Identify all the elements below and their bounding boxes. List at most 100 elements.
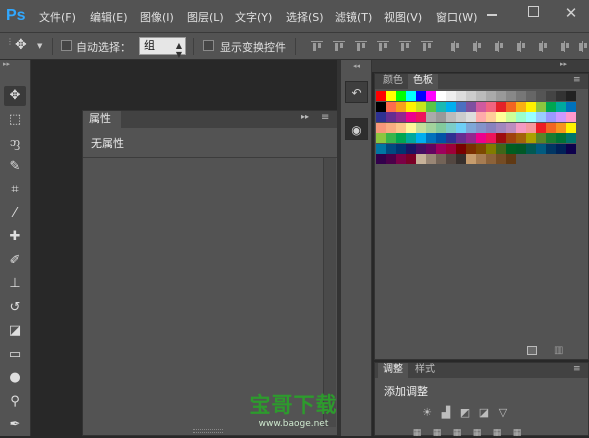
swatch[interactable]	[506, 154, 516, 164]
swatch[interactable]	[396, 122, 406, 133]
align-right-icon[interactable]	[421, 41, 433, 52]
swatch[interactable]	[536, 112, 546, 122]
vibrance-icon[interactable]: ▽	[496, 406, 510, 419]
panel-menu-icon[interactable]: ≡	[321, 112, 329, 123]
swatch[interactable]	[376, 143, 386, 154]
swatch[interactable]	[386, 143, 396, 154]
quick-select-tool-icon[interactable]: ✎	[4, 157, 26, 177]
swatch[interactable]	[526, 122, 536, 133]
chevron-down-icon[interactable]: ▼	[37, 42, 42, 50]
swatch[interactable]	[546, 133, 556, 143]
curves-icon[interactable]: ◩	[458, 406, 472, 419]
exposure-icon[interactable]: ◪	[477, 406, 491, 419]
swatch[interactable]	[496, 101, 506, 112]
swatch[interactable]	[466, 91, 476, 101]
swatch[interactable]	[426, 122, 436, 133]
gradient-tool-icon[interactable]: ▭	[4, 345, 26, 365]
swatch[interactable]	[406, 112, 416, 122]
swatch[interactable]	[486, 133, 496, 143]
swatch[interactable]	[396, 101, 406, 112]
swatch[interactable]	[546, 112, 556, 122]
move-tool-preset-icon[interactable]: ✥	[15, 37, 27, 53]
swatch[interactable]	[436, 154, 446, 164]
brightness-icon[interactable]: ☀	[420, 406, 434, 419]
swatch[interactable]	[496, 112, 506, 122]
menu-filter[interactable]: 滤镜(T)	[335, 9, 372, 25]
swatch[interactable]	[486, 154, 496, 164]
swatch[interactable]	[526, 101, 536, 112]
swatch[interactable]	[376, 133, 386, 143]
collapse-dock-icon[interactable]: ▸▸	[560, 60, 567, 68]
swatch[interactable]	[486, 91, 496, 101]
swatch[interactable]	[406, 133, 416, 143]
swatch[interactable]	[426, 143, 436, 154]
swatch[interactable]	[556, 143, 566, 154]
swatch[interactable]	[436, 122, 446, 133]
new-swatch-icon[interactable]	[527, 346, 537, 355]
swatch[interactable]	[516, 101, 526, 112]
swatch[interactable]	[476, 101, 486, 112]
swatch[interactable]	[406, 154, 416, 164]
swatch[interactable]	[436, 133, 446, 143]
swatch[interactable]	[556, 122, 566, 133]
swatch[interactable]	[446, 154, 456, 164]
swatch[interactable]	[566, 133, 576, 143]
crop-tool-icon[interactable]: ⌗	[4, 180, 26, 200]
swatch[interactable]	[396, 112, 406, 122]
swatch[interactable]	[546, 91, 556, 101]
eraser-tool-icon[interactable]: ◪	[4, 321, 26, 341]
tab-color[interactable]: 颜色	[378, 74, 408, 89]
history-brush-tool-icon[interactable]: ↺	[4, 298, 26, 318]
swatch[interactable]	[516, 91, 526, 101]
menu-file[interactable]: 文件(F)	[39, 9, 76, 25]
menu-image[interactable]: 图像(I)	[140, 9, 174, 25]
swatch[interactable]	[536, 143, 546, 154]
align-top-icon[interactable]	[311, 41, 323, 52]
auto-select-checkbox[interactable]	[61, 40, 72, 51]
swatch[interactable]	[556, 112, 566, 122]
swatch[interactable]	[376, 122, 386, 133]
swatch[interactable]	[476, 91, 486, 101]
swatch[interactable]	[556, 133, 566, 143]
swatch[interactable]	[456, 91, 466, 101]
resize-grip[interactable]	[193, 429, 223, 433]
swatch[interactable]	[486, 101, 496, 112]
swatch[interactable]	[496, 143, 506, 154]
levels-icon[interactable]: ▟	[439, 406, 453, 419]
swatch[interactable]	[536, 101, 546, 112]
swatch[interactable]	[476, 122, 486, 133]
tab-swatches[interactable]: 色板	[408, 74, 438, 89]
swatch[interactable]	[376, 91, 386, 101]
distribute-top-icon[interactable]	[449, 41, 461, 52]
swatch[interactable]	[536, 133, 546, 143]
swatch[interactable]	[426, 91, 436, 101]
healing-brush-tool-icon[interactable]: ✚	[4, 227, 26, 247]
eyedropper-tool-icon[interactable]: ⁄	[4, 204, 26, 224]
menu-select[interactable]: 选择(S)	[286, 9, 324, 25]
swatch[interactable]	[476, 112, 486, 122]
swatch[interactable]	[536, 122, 546, 133]
trash-icon[interactable]: ▥	[554, 346, 563, 356]
swatch[interactable]	[456, 101, 466, 112]
swatch[interactable]	[436, 143, 446, 154]
clone-stamp-tool-icon[interactable]: ⊥	[4, 274, 26, 294]
menu-type[interactable]: 文字(Y)	[235, 9, 272, 25]
swatch[interactable]	[496, 122, 506, 133]
swatch[interactable]	[566, 101, 576, 112]
distribute-vcenter-icon[interactable]	[471, 41, 483, 52]
properties-scrollbar[interactable]	[323, 158, 336, 427]
show-transform-checkbox[interactable]	[203, 40, 214, 51]
swatch[interactable]	[506, 91, 516, 101]
swatch[interactable]	[456, 154, 466, 164]
swatch[interactable]	[476, 143, 486, 154]
auto-align-icon[interactable]	[577, 41, 589, 52]
swatch[interactable]	[416, 112, 426, 122]
swatch[interactable]	[446, 143, 456, 154]
minimize-icon[interactable]	[487, 14, 497, 16]
tab-adjustments[interactable]: 调整	[378, 363, 408, 378]
swatch[interactable]	[566, 143, 576, 154]
menu-edit[interactable]: 编辑(E)	[90, 9, 128, 25]
tab-properties[interactable]: 属性	[83, 111, 121, 128]
swatch[interactable]	[476, 154, 486, 164]
swatch[interactable]	[486, 112, 496, 122]
